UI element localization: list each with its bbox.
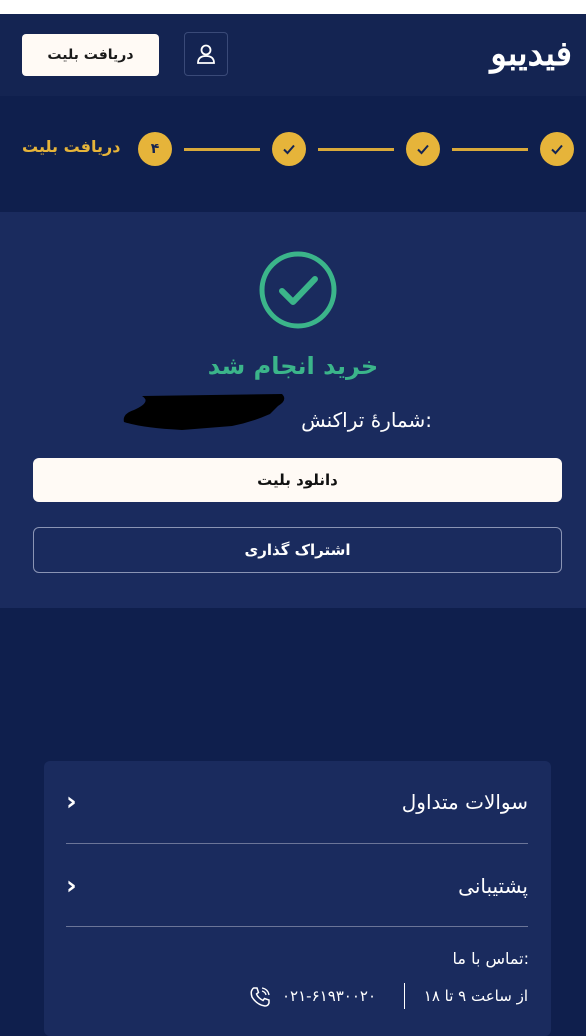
step-3-done <box>272 132 306 166</box>
divider <box>66 843 528 844</box>
user-button[interactable] <box>184 32 228 76</box>
redacted-transaction-number <box>123 394 285 430</box>
faq-row[interactable]: سوالات متداول ‹ <box>66 774 528 830</box>
separator <box>404 983 405 1009</box>
purchase-result-card: خرید انجام شد شمارهٔ تراکنش: دانلود بلیت… <box>0 212 586 608</box>
step-connector <box>452 148 528 151</box>
user-icon <box>197 44 215 64</box>
support-label: پشتیبانی <box>458 874 528 898</box>
phone-icon <box>250 987 270 1007</box>
step-4-current: ۴ <box>138 132 172 166</box>
check-icon <box>283 144 295 155</box>
progress-steps: ۴ دریافت بلیت <box>0 96 586 212</box>
footer-card: سوالات متداول ‹ پشتیبانی ‹ تماس با ما: ا… <box>44 761 551 1036</box>
chevron-left-icon: ‹ <box>66 787 77 817</box>
get-ticket-button[interactable]: دریافت بلیت <box>22 34 159 76</box>
step-1-done <box>540 132 574 166</box>
step-connector <box>318 148 394 151</box>
chevron-left-icon: ‹ <box>66 871 77 901</box>
support-row[interactable]: پشتیبانی ‹ <box>66 858 528 914</box>
share-button[interactable]: اشتراک گذاری <box>33 527 562 573</box>
success-title: خرید انجام شد <box>207 352 379 380</box>
phone-number[interactable]: ۰۲۱-۶۱۹۳۰۰۲۰ <box>282 987 376 1005</box>
contact-info: از ساعت ۹ تا ۱۸ ۰۲۱-۶۱۹۳۰۰۲۰ <box>66 983 528 1013</box>
status-strip <box>0 0 586 14</box>
contact-title: تماس با ما: <box>452 949 529 968</box>
success-check-icon <box>259 251 337 329</box>
current-step-label: دریافت بلیت <box>22 137 121 156</box>
logo[interactable]: فیدیبو <box>490 34 573 74</box>
support-hours: از ساعت ۹ تا ۱۸ <box>423 987 528 1005</box>
transaction-label: شمارهٔ تراکنش: <box>301 408 432 432</box>
download-ticket-button[interactable]: دانلود بلیت <box>33 458 562 502</box>
check-icon <box>417 144 429 155</box>
divider <box>66 926 528 927</box>
step-2-done <box>406 132 440 166</box>
faq-label: سوالات متداول <box>401 790 528 814</box>
header: فیدیبو دریافت بلیت <box>0 14 586 96</box>
step-connector <box>184 148 260 151</box>
check-icon <box>551 144 563 155</box>
